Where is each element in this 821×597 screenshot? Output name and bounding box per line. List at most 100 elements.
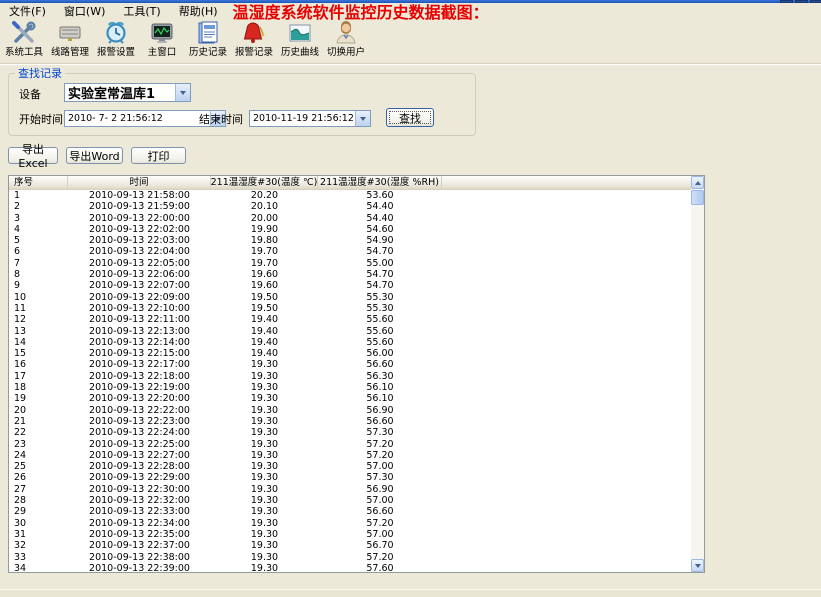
- cell-humidity: 56.90: [318, 405, 442, 416]
- table-row[interactable]: 31 2010-09-13 22:35:00 19.30 57.00: [9, 529, 691, 540]
- cell-index: 23: [9, 439, 68, 450]
- table-row[interactable]: 13 2010-09-13 22:13:00 19.40 55.60: [9, 326, 691, 337]
- column-header-time[interactable]: 时间: [68, 176, 211, 190]
- table-row[interactable]: 8 2010-09-13 22:06:00 19.60 54.70: [9, 269, 691, 280]
- device-select[interactable]: 实验室常温库1: [64, 83, 191, 102]
- chevron-down-icon[interactable]: [355, 111, 370, 126]
- cell-index: 27: [9, 484, 68, 495]
- cell-index: 22: [9, 427, 68, 438]
- cell-index: 16: [9, 359, 68, 370]
- cell-filler: [442, 450, 691, 461]
- cell-time: 2010-09-13 22:13:00: [68, 326, 211, 337]
- table-row[interactable]: 12 2010-09-13 22:11:00 19.40 55.60: [9, 314, 691, 325]
- cell-filler: [442, 461, 691, 472]
- end-time-select[interactable]: 2010-11-19 21:56:12: [249, 110, 371, 127]
- table-row[interactable]: 2 2010-09-13 21:59:00 20.10 54.40: [9, 201, 691, 212]
- table-row[interactable]: 33 2010-09-13 22:38:00 19.30 57.20: [9, 552, 691, 563]
- cell-index: 6: [9, 246, 68, 257]
- table-row[interactable]: 19 2010-09-13 22:20:00 19.30 56.10: [9, 393, 691, 404]
- toolbar-button-history-records[interactable]: 历史记录: [185, 17, 231, 58]
- toolbar-button-main-window[interactable]: 主窗口: [139, 17, 185, 58]
- table-row[interactable]: 14 2010-09-13 22:14:00 19.40 55.60: [9, 337, 691, 348]
- toolbar-button-line-manage[interactable]: 线路管理: [47, 17, 93, 58]
- toolbar-label: 线路管理: [51, 47, 89, 58]
- cell-time: 2010-09-13 22:27:00: [68, 450, 211, 461]
- cell-temperature: 19.30: [211, 484, 318, 495]
- alarm-bell-icon: [240, 19, 268, 47]
- table-row[interactable]: 9 2010-09-13 22:07:00 19.60 54.70: [9, 280, 691, 291]
- cell-filler: [442, 326, 691, 337]
- cell-humidity: 54.60: [318, 224, 442, 235]
- cell-index: 33: [9, 552, 68, 563]
- table-row[interactable]: 5 2010-09-13 22:03:00 19.80 54.90: [9, 235, 691, 246]
- table-row[interactable]: 34 2010-09-13 22:39:00 19.30 57.60: [9, 563, 691, 572]
- cell-filler: [442, 506, 691, 517]
- cell-temperature: 19.30: [211, 450, 318, 461]
- table-row[interactable]: 32 2010-09-13 22:37:00 19.30 56.70: [9, 540, 691, 551]
- table-row[interactable]: 22 2010-09-13 22:24:00 19.30 57.30: [9, 427, 691, 438]
- table-row[interactable]: 10 2010-09-13 22:09:00 19.50 55.30: [9, 292, 691, 303]
- toolbar-button-system-tools[interactable]: 系统工具: [1, 17, 47, 58]
- table-row[interactable]: 11 2010-09-13 22:10:00 19.50 55.30: [9, 303, 691, 314]
- scrollbar-thumb[interactable]: [691, 190, 704, 205]
- table-row[interactable]: 25 2010-09-13 22:28:00 19.30 57.00: [9, 461, 691, 472]
- column-header-index[interactable]: 序号: [9, 176, 68, 190]
- search-button[interactable]: 查找: [386, 108, 434, 127]
- menu-file[interactable]: 文件(F): [0, 3, 55, 18]
- table-row[interactable]: 20 2010-09-13 22:22:00 19.30 56.90: [9, 405, 691, 416]
- cell-time: 2010-09-13 22:00:00: [68, 213, 211, 224]
- table-row[interactable]: 6 2010-09-13 22:04:00 19.70 54.70: [9, 246, 691, 257]
- table-row[interactable]: 26 2010-09-13 22:29:00 19.30 57.30: [9, 472, 691, 483]
- table-row[interactable]: 1 2010-09-13 21:58:00 20.20 53.60: [9, 190, 691, 201]
- table-row[interactable]: 7 2010-09-13 22:05:00 19.70 55.00: [9, 258, 691, 269]
- vertical-scrollbar[interactable]: [691, 176, 704, 572]
- document-icon: [194, 19, 222, 47]
- cell-humidity: 57.20: [318, 450, 442, 461]
- menu-help[interactable]: 帮助(H): [170, 3, 227, 18]
- cell-temperature: 19.30: [211, 382, 318, 393]
- end-time-label: 结束时间: [199, 114, 243, 126]
- menu-window[interactable]: 窗口(W): [55, 3, 114, 18]
- cell-filler: [442, 529, 691, 540]
- cell-humidity: 55.60: [318, 337, 442, 348]
- cell-time: 2010-09-13 22:15:00: [68, 348, 211, 359]
- cell-filler: [442, 280, 691, 291]
- cell-index: 3: [9, 213, 68, 224]
- cell-index: 25: [9, 461, 68, 472]
- table-row[interactable]: 28 2010-09-13 22:32:00 19.30 57.00: [9, 495, 691, 506]
- print-button[interactable]: 打印: [131, 147, 186, 164]
- table-row[interactable]: 18 2010-09-13 22:19:00 19.30 56.10: [9, 382, 691, 393]
- export-word-button[interactable]: 导出Word: [66, 147, 123, 164]
- table-row[interactable]: 16 2010-09-13 22:17:00 19.30 56.60: [9, 359, 691, 370]
- menu-tools[interactable]: 工具(T): [114, 3, 169, 18]
- cell-temperature: 19.30: [211, 529, 318, 540]
- cell-filler: [442, 337, 691, 348]
- table-row[interactable]: 15 2010-09-13 22:15:00 19.40 56.00: [9, 348, 691, 359]
- table-row[interactable]: 29 2010-09-13 22:33:00 19.30 56.60: [9, 506, 691, 517]
- toolbar-button-alarm-records[interactable]: 报警记录: [231, 17, 277, 58]
- cell-filler: [442, 348, 691, 359]
- table-row[interactable]: 23 2010-09-13 22:25:00 19.30 57.20: [9, 439, 691, 450]
- table-row[interactable]: 24 2010-09-13 22:27:00 19.30 57.20: [9, 450, 691, 461]
- chevron-down-icon[interactable]: [175, 84, 190, 101]
- scroll-down-icon[interactable]: [691, 559, 704, 572]
- scroll-up-icon[interactable]: [691, 176, 704, 189]
- table-row[interactable]: 30 2010-09-13 22:34:00 19.30 57.20: [9, 518, 691, 529]
- toolbar-button-history-curve[interactable]: 历史曲线: [277, 17, 323, 58]
- cell-index: 17: [9, 371, 68, 382]
- cell-time: 2010-09-13 22:39:00: [68, 563, 211, 572]
- cell-humidity: 54.40: [318, 201, 442, 212]
- table-row[interactable]: 3 2010-09-13 22:00:00 20.00 54.40: [9, 213, 691, 224]
- table-row[interactable]: 4 2010-09-13 22:02:00 19.90 54.60: [9, 224, 691, 235]
- toolbar-button-switch-user[interactable]: 切换用户: [323, 17, 369, 58]
- column-header-temperature[interactable]: 211温湿度#30(温度 ℃): [211, 176, 318, 190]
- cell-time: 2010-09-13 22:11:00: [68, 314, 211, 325]
- table-row[interactable]: 27 2010-09-13 22:30:00 19.30 56.90: [9, 484, 691, 495]
- table-row[interactable]: 21 2010-09-13 22:23:00 19.30 56.60: [9, 416, 691, 427]
- export-excel-button[interactable]: 导出Excel: [8, 147, 58, 164]
- toolbar-button-alarm-settings[interactable]: 报警设置: [93, 17, 139, 58]
- cell-filler: [442, 201, 691, 212]
- table-row[interactable]: 17 2010-09-13 22:18:00 19.30 56.30: [9, 371, 691, 382]
- cell-humidity: 53.60: [318, 190, 442, 201]
- column-header-humidity[interactable]: 211温湿度#30(湿度 %RH): [318, 176, 442, 190]
